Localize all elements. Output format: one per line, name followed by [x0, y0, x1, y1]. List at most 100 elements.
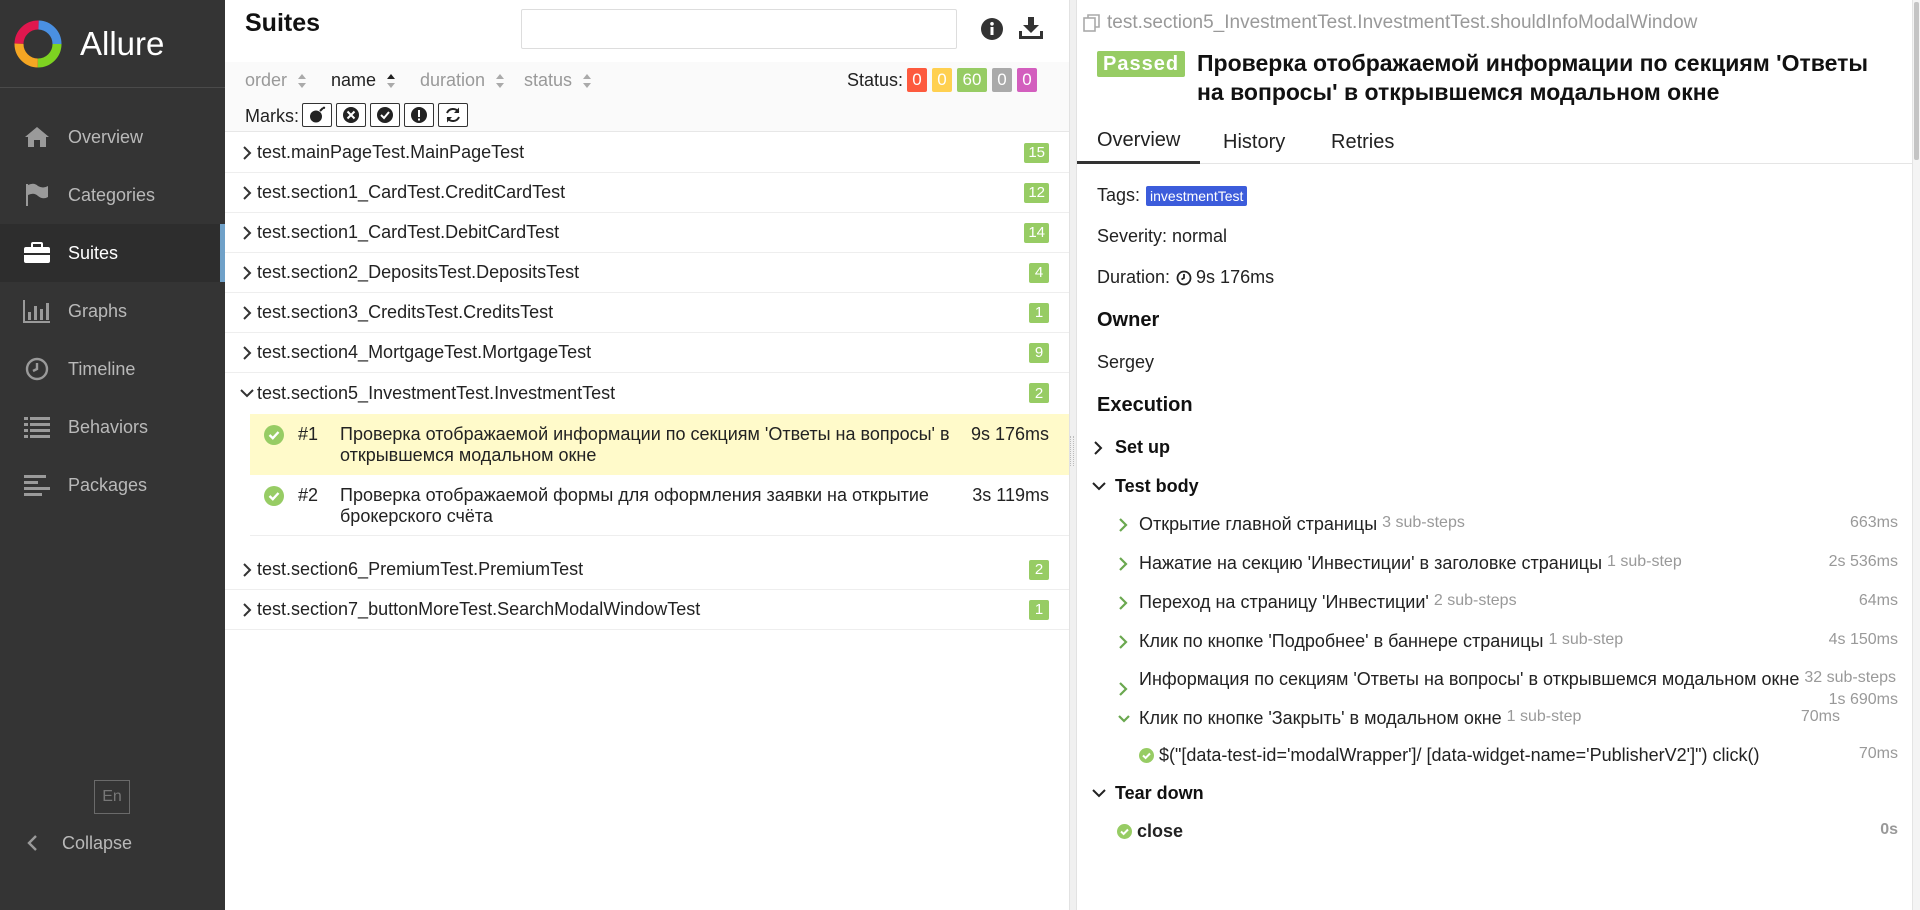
sidebar-item-suites[interactable]: Suites [0, 224, 225, 282]
sidebar-item-graphs[interactable]: Graphs [0, 282, 225, 340]
chevron-right-icon [239, 265, 255, 281]
step-row[interactable]: Нажатие на секцию 'Инвестиции' в заголов… [1117, 553, 1912, 574]
test-fullname[interactable]: test.section5_InvestmentTest.InvestmentT… [1083, 12, 1697, 34]
status-filter-passed[interactable]: 60 [957, 68, 987, 92]
suite-row[interactable]: test.section3_CreditsTest.CreditsTest 1 [225, 293, 1069, 333]
tab-history[interactable]: History [1203, 120, 1305, 164]
suite-row[interactable]: test.mainPageTest.MainPageTest 15 [225, 133, 1069, 173]
sidebar-item-packages[interactable]: Packages [0, 456, 225, 514]
teardown-section[interactable]: Tear down [1091, 783, 1204, 804]
mark-filter-retries[interactable] [438, 103, 468, 127]
step-row[interactable]: Открытие главной страницы 3 sub-steps 66… [1117, 514, 1912, 535]
owner-value: Sergey [1097, 352, 1155, 372]
tags-field: Tags: investmentTest [1097, 185, 1248, 206]
detail-scrollbar[interactable] [1912, 0, 1920, 910]
pane-splitter[interactable] [1069, 0, 1077, 910]
status-filter-broken[interactable]: 0 [932, 68, 952, 92]
owner-heading: Owner [1097, 309, 1160, 331]
sort-arrows-icon [297, 73, 307, 89]
chevron-right-icon [1117, 592, 1133, 613]
teardown-step-row[interactable]: close 0s [1117, 821, 1912, 842]
chevron-right-icon [1091, 440, 1109, 456]
suite-name: test.section2_DepositsTest.DepositsTest [257, 262, 580, 282]
step-row-expanded[interactable]: Клик по кнопке 'Закрыть' в модальном окн… [1117, 708, 1912, 729]
sidebar-item-categories[interactable]: Categories [0, 166, 225, 224]
test-case-row[interactable]: #2 Проверка отображаемой формы для оформ… [250, 475, 1069, 536]
suite-row[interactable]: test.section2_DepositsTest.DepositsTest … [225, 253, 1069, 293]
bar-chart-icon [22, 296, 52, 326]
sidebar-item-timeline[interactable]: Timeline [0, 340, 225, 398]
brand-name: Allure [80, 24, 165, 62]
test-case-row-selected[interactable]: #1 Проверка отображаемой информации по с… [250, 414, 1069, 475]
suite-row[interactable]: test.section7_buttonMoreTest.SearchModal… [225, 590, 1069, 630]
mark-filter-new-passed[interactable] [370, 103, 400, 127]
info-button[interactable] [977, 14, 1007, 44]
substep-row[interactable]: $("[data-test-id='modalWrapper']/ [data-… [1139, 745, 1912, 766]
suite-row[interactable]: test.section4_MortgageTest.MortgageTest … [225, 333, 1069, 373]
step-substeps: 2 sub-steps [1433, 592, 1517, 609]
suite-row[interactable]: test.section1_CardTest.CreditCardTest 12 [225, 173, 1069, 213]
setup-section[interactable]: Set up [1091, 437, 1170, 458]
sidebar-item-behaviors[interactable]: Behaviors [0, 398, 225, 456]
suite-count-badge: 2 [1029, 383, 1049, 403]
step-substeps: 1 sub-step [1548, 631, 1624, 648]
suite-name: test.section5_InvestmentTest.InvestmentT… [257, 382, 616, 403]
sort-arrows-icon [495, 73, 505, 89]
passed-status-icon [1139, 745, 1154, 766]
test-body-section[interactable]: Test body [1091, 476, 1199, 497]
sort-by-name[interactable]: name [331, 70, 396, 91]
sort-arrows-icon [582, 73, 592, 89]
suite-row-expanded[interactable]: test.section5_InvestmentTest.InvestmentT… [225, 373, 1069, 413]
test-case-number: #1 [298, 424, 319, 444]
sort-by-order[interactable]: order [245, 70, 307, 91]
mark-filter-new-failed[interactable] [336, 103, 366, 127]
brand[interactable]: Allure [0, 0, 225, 88]
chevron-right-icon [239, 185, 255, 201]
sidebar-item-label: Suites [68, 242, 119, 263]
chevron-down-icon [1117, 708, 1133, 729]
tab-overview[interactable]: Overview [1077, 120, 1201, 164]
chevron-down-icon [1091, 480, 1109, 494]
suite-row[interactable]: test.section1_CardTest.DebitCardTest 14 [225, 213, 1069, 253]
clock-icon [1176, 270, 1192, 286]
download-icon [1019, 17, 1043, 39]
language-button[interactable]: En [94, 780, 130, 814]
status-filter-unknown[interactable]: 0 [1017, 68, 1037, 92]
sort-by-status[interactable]: status [524, 70, 592, 91]
search-input[interactable] [521, 9, 957, 49]
scrollbar-thumb[interactable] [1914, 2, 1919, 160]
duration-value: 9s 176ms [1196, 267, 1275, 287]
step-substeps: 1 sub-step [1607, 553, 1682, 570]
test-case-duration: 9s 176ms [970, 424, 1049, 444]
list-icon [22, 412, 52, 442]
sidebar-item-overview[interactable]: Overview [0, 108, 225, 166]
collapse-label: Collapse [62, 832, 133, 853]
allure-report-app: Allure Overview Categories Suites Graphs [0, 0, 1920, 910]
step-name: Открытие главной страницы [1139, 514, 1378, 534]
tag-badge[interactable]: investmentTest [1146, 185, 1248, 206]
chevron-right-icon [239, 145, 255, 161]
sort-label: status [524, 70, 573, 90]
suite-count-badge: 4 [1029, 262, 1049, 283]
download-button[interactable] [1015, 12, 1047, 44]
mark-filter-flaky[interactable] [302, 103, 332, 127]
sort-label: duration [420, 70, 486, 90]
mark-filter-new-broken[interactable] [404, 103, 434, 127]
status-filter-skipped[interactable]: 0 [992, 68, 1012, 92]
chevron-down-icon [1091, 787, 1109, 801]
suite-row[interactable]: test.section6_PremiumTest.PremiumTest 2 [225, 550, 1069, 590]
step-row[interactable]: Клик по кнопке 'Подробнее' в баннере стр… [1117, 631, 1912, 652]
step-row[interactable]: Информация по секциям 'Ответы на вопросы… [1117, 669, 1912, 709]
suite-name: test.section6_PremiumTest.PremiumTest [257, 559, 584, 579]
suite-count-badge: 1 [1029, 599, 1049, 620]
step-row[interactable]: Переход на страницу 'Инвестиции' 2 sub-s… [1117, 592, 1912, 613]
step-name: Нажатие на секцию 'Инвестиции' в заголов… [1139, 553, 1603, 573]
test-body-label: Test body [1115, 476, 1199, 496]
tab-retries[interactable]: Retries [1311, 120, 1414, 164]
step-name: Клик по кнопке 'Закрыть' в модальном окн… [1139, 708, 1502, 728]
status-filter-failed[interactable]: 0 [907, 68, 927, 92]
collapse-button[interactable]: Collapse [0, 815, 225, 871]
sort-by-duration[interactable]: duration [420, 70, 505, 91]
status-filter-label: Status: [847, 70, 904, 90]
sort-arrows-icon [386, 73, 396, 89]
